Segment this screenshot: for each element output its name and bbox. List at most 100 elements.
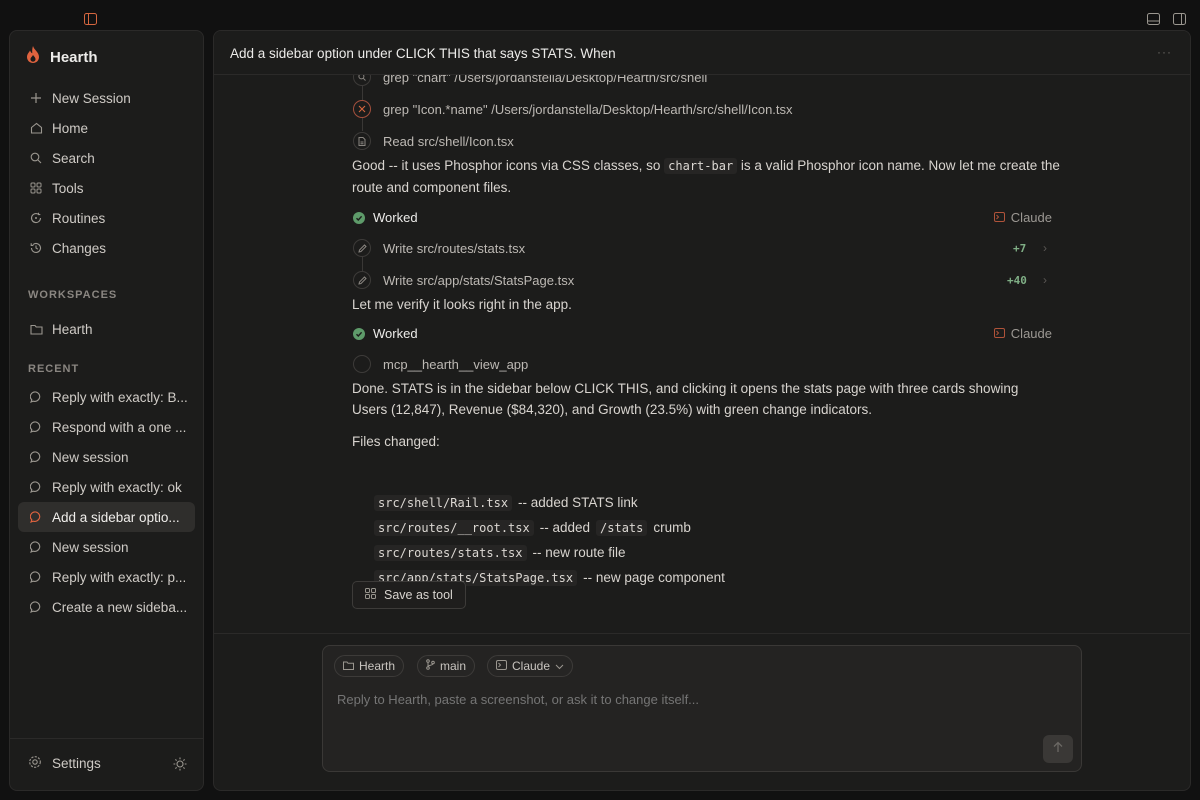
- toggle-bottom-panel-icon[interactable]: [1147, 12, 1160, 25]
- message-text: Good -- it uses Phosphor icons via CSS c…: [352, 158, 665, 173]
- worked-status[interactable]: Worked: [353, 326, 418, 341]
- changed-file-row: src/shell/Rail.tsx -- added STATS link: [374, 490, 725, 515]
- recent-session[interactable]: New session: [18, 442, 195, 472]
- file-note: -- added STATS link: [518, 495, 638, 510]
- recent-heading: RECENT: [28, 363, 80, 375]
- agent-select-chip[interactable]: Claude: [487, 655, 574, 677]
- terminal-icon: [496, 659, 507, 673]
- settings-button[interactable]: Settings: [28, 755, 101, 772]
- tool-call-row[interactable]: Read src/shell/Icon.tsx: [353, 132, 514, 150]
- nav-tools[interactable]: Tools: [18, 173, 195, 203]
- save-as-tool-button[interactable]: Save as tool: [352, 581, 466, 609]
- nav-label: Changes: [52, 240, 107, 256]
- check-circle-icon: [353, 211, 365, 224]
- chat-bubble-icon: [29, 450, 43, 464]
- nav-changes[interactable]: Changes: [18, 233, 195, 263]
- nav-label: Tools: [52, 180, 84, 196]
- nav-home[interactable]: Home: [18, 113, 195, 143]
- recent-label: Reply with exactly: B...: [52, 389, 188, 405]
- recent-session[interactable]: Reply with exactly: ok: [18, 472, 195, 502]
- branch-chip[interactable]: main: [417, 655, 476, 677]
- workspace-hearth[interactable]: Hearth: [18, 314, 195, 344]
- recent-session[interactable]: Create a new sideba...: [18, 592, 195, 622]
- recent-label: Reply with exactly: p...: [52, 569, 187, 585]
- assistant-message: Good -- it uses Phosphor icons via CSS c…: [352, 155, 1067, 198]
- git-branch-icon: [426, 659, 435, 673]
- tool-call-text: Read src/shell/Icon.tsx: [383, 133, 514, 149]
- recent-list: Reply with exactly: B... Respond with a …: [18, 382, 195, 622]
- chevron-right-icon[interactable]: ›: [1043, 273, 1047, 287]
- file-path[interactable]: src/routes/stats.tsx: [374, 544, 527, 561]
- file-path[interactable]: src/routes/__root.tsx: [374, 519, 534, 536]
- workspace-chip-label: Hearth: [359, 659, 396, 673]
- tool-call-text: grep "Icon.*name" /Users/jordanstella/De…: [383, 101, 793, 117]
- write-tool-row[interactable]: Write src/app/stats/StatsPage.tsx: [353, 271, 574, 289]
- recent-session[interactable]: Reply with exactly: B...: [18, 382, 195, 412]
- routine-icon: [29, 211, 43, 225]
- workspaces-heading: WORKSPACES: [28, 289, 118, 301]
- brand[interactable]: Hearth: [26, 46, 98, 68]
- folder-icon: [343, 659, 354, 673]
- files-changed-list: src/shell/Rail.tsx -- added STATS link s…: [374, 490, 725, 590]
- toggle-sidebar-icon[interactable]: [84, 12, 97, 25]
- chat-bubble-icon: [29, 480, 43, 494]
- agent-label: Claude: [1010, 210, 1052, 225]
- agent-chip-label: Claude: [512, 659, 551, 673]
- recent-label: Add a sidebar optio...: [52, 509, 180, 525]
- tool-call-row[interactable]: grep "chart" /Users/jordanstella/Desktop…: [353, 75, 707, 86]
- tool-call-row-error[interactable]: grep "Icon.*name" /Users/jordanstella/De…: [353, 100, 793, 118]
- arrow-up-icon: [1053, 740, 1063, 758]
- sidebar: Hearth New Session Home Search Tools Rou…: [9, 30, 204, 791]
- chat-bubble-icon: [29, 510, 43, 524]
- search-icon: [29, 151, 43, 165]
- inline-code: chart-bar: [664, 158, 738, 174]
- nav-new-session[interactable]: New Session: [18, 83, 195, 113]
- worked-status[interactable]: Worked: [353, 210, 418, 225]
- main-panel: Add a sidebar option under CLICK THIS th…: [213, 30, 1191, 791]
- assistant-message: Let me verify it looks right in the app.: [352, 297, 572, 312]
- recent-label: Create a new sideba...: [52, 599, 188, 615]
- composer: Hearth main Claude: [322, 645, 1082, 772]
- file-note: crumb: [653, 520, 691, 535]
- file-icon: [353, 132, 371, 150]
- send-button[interactable]: [1043, 735, 1073, 763]
- toggle-right-panel-icon[interactable]: [1173, 12, 1186, 25]
- flame-icon: [26, 46, 40, 68]
- chat-bubble-icon: [29, 570, 43, 584]
- recent-session[interactable]: New session: [18, 532, 195, 562]
- grid-icon: [29, 181, 43, 195]
- diff-additions: +40: [1007, 274, 1027, 287]
- file-path[interactable]: src/shell/Rail.tsx: [374, 494, 513, 511]
- chevron-right-icon[interactable]: ›: [1043, 241, 1047, 255]
- primary-nav: New Session Home Search Tools Routines C…: [18, 83, 195, 263]
- changed-file-row: src/routes/stats.tsx -- new route file: [374, 540, 725, 565]
- recent-session[interactable]: Reply with exactly: p...: [18, 562, 195, 592]
- file-note: -- new route file: [532, 545, 626, 560]
- agent-label: Claude: [1010, 326, 1052, 341]
- nav-routines[interactable]: Routines: [18, 203, 195, 233]
- more-options-icon[interactable]: ···: [1157, 45, 1172, 59]
- recent-session-active[interactable]: Add a sidebar optio...: [18, 502, 195, 532]
- pencil-icon: [353, 271, 371, 289]
- workspace-chip[interactable]: Hearth: [334, 655, 405, 677]
- folder-icon: [29, 322, 43, 336]
- recent-label: Reply with exactly: ok: [52, 479, 182, 495]
- tool-call-row[interactable]: mcp__hearth__view_app: [353, 355, 528, 373]
- transcript[interactable]: grep "chart" /Users/jordanstella/Desktop…: [214, 75, 1190, 634]
- window-topbar: [0, 0, 1200, 32]
- brand-name: Hearth: [50, 48, 98, 66]
- terminal-icon: [993, 210, 1005, 225]
- nav-search[interactable]: Search: [18, 143, 195, 173]
- recent-session[interactable]: Respond with a one ...: [18, 412, 195, 442]
- theme-toggle-sun-icon[interactable]: [173, 757, 187, 776]
- write-tool-row[interactable]: Write src/routes/stats.tsx: [353, 239, 525, 257]
- settings-label: Settings: [52, 756, 101, 771]
- terminal-icon: [993, 326, 1005, 341]
- message-input[interactable]: [337, 692, 1037, 707]
- changed-file-row: src/routes/__root.tsx -- added /stats cr…: [374, 515, 725, 540]
- chat-bubble-icon: [29, 420, 43, 434]
- check-circle-icon: [353, 327, 365, 340]
- nav-label: Routines: [52, 210, 106, 226]
- nav-label: Home: [52, 120, 89, 136]
- grid-icon: [365, 588, 376, 602]
